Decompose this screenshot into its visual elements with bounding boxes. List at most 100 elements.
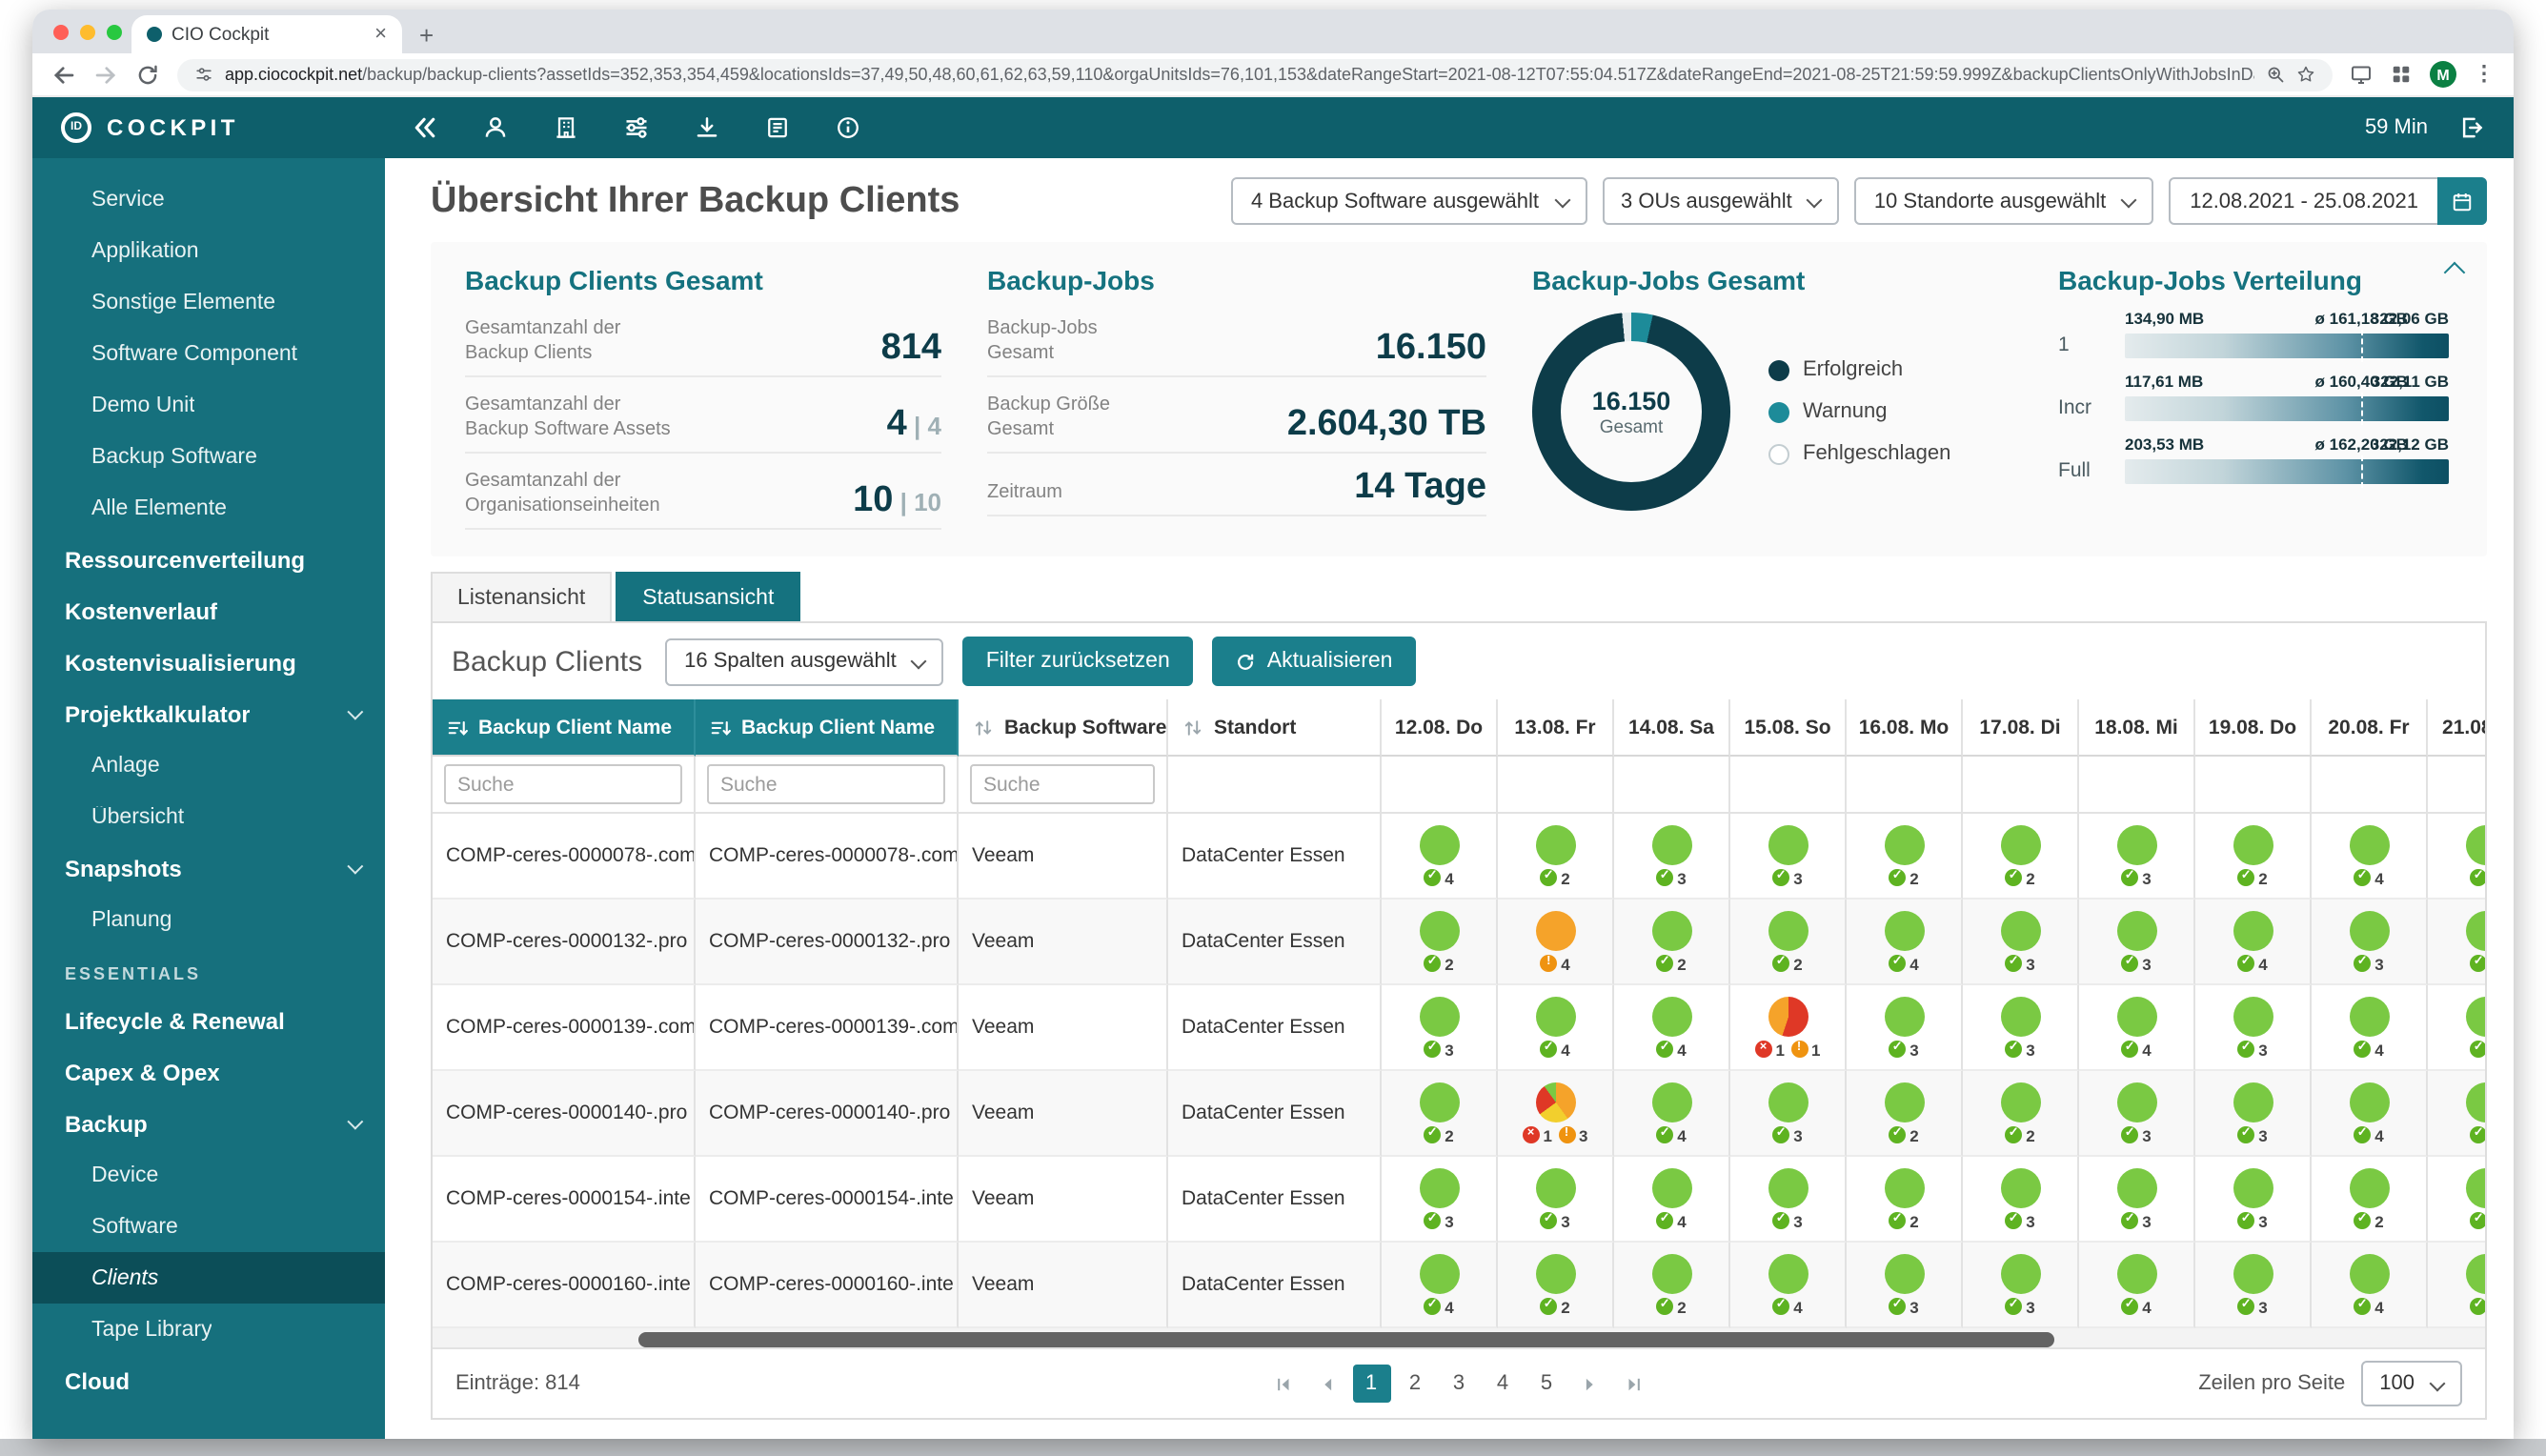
column-header-date-12-08-do[interactable]: 12.08. Do — [1382, 699, 1498, 757]
scrollbar-thumb[interactable] — [637, 1331, 2053, 1346]
backup-status-cell[interactable]: ✓4 — [2079, 985, 2195, 1071]
backup-status-cell[interactable]: ✓3 — [2079, 1071, 2195, 1157]
backup-status-cell[interactable]: ✓2 — [1963, 814, 2079, 900]
cast-icon[interactable] — [2350, 63, 2373, 86]
column-header-backup-client-name-2[interactable]: Backup Client Name — [696, 699, 959, 757]
sidebar-item-demo-unit[interactable]: Demo Unit — [32, 379, 385, 431]
backup-status-cell[interactable]: ✓2 — [2312, 1157, 2428, 1243]
zoom-icon[interactable] — [2266, 65, 2285, 84]
tab-listenansicht[interactable]: Listenansicht — [431, 572, 612, 621]
backup-status-cell[interactable]: ✓2 — [1498, 1243, 1614, 1328]
backup-status-cell[interactable]: ✓3 — [1730, 1157, 1847, 1243]
backup-status-cell[interactable]: ×1!3 — [1498, 1071, 1614, 1157]
calendar-button[interactable] — [2437, 177, 2487, 225]
minimize-window-button[interactable] — [80, 25, 95, 40]
profile-avatar[interactable]: M — [2430, 61, 2456, 88]
backup-status-cell[interactable]: ✓4 — [2428, 1243, 2485, 1328]
address-bar[interactable]: app.ciocockpit.net/backup/backup-clients… — [177, 58, 2333, 91]
close-window-button[interactable] — [53, 25, 69, 40]
backup-status-cell[interactable]: ✓3 — [1847, 985, 1963, 1071]
backup-status-cell[interactable]: ✓3 — [1730, 1071, 1847, 1157]
building-icon[interactable] — [553, 114, 579, 141]
backup-status-cell[interactable]: ✓3 — [1963, 1243, 2079, 1328]
backup-status-cell[interactable]: ✓2 — [1847, 1071, 1963, 1157]
ou-filter-select[interactable]: 3 OUs ausgewählt — [1602, 177, 1840, 225]
tab-statusansicht[interactable]: Statusansicht — [616, 572, 800, 621]
backup-status-cell[interactable]: ✓3 — [2195, 1071, 2312, 1157]
backup-status-cell[interactable]: ✓3 — [2079, 1157, 2195, 1243]
sidebar-item-anlage[interactable]: Anlage — [32, 739, 385, 791]
backup-status-cell[interactable]: ✓3 — [2195, 1157, 2312, 1243]
site-settings-icon[interactable] — [194, 65, 213, 84]
backup-status-cell[interactable]: ✓3 — [2079, 900, 2195, 985]
forward-icon[interactable] — [93, 62, 118, 87]
sidebar-item-capex-opex[interactable]: Capex & Opex — [32, 1046, 385, 1098]
column-header-date-19-08-do[interactable]: 19.08. Do — [2195, 699, 2312, 757]
sidebar-item-backup-software[interactable]: Backup Software — [32, 431, 385, 482]
rows-per-page-select[interactable]: 100 — [2360, 1361, 2462, 1406]
date-range-field[interactable]: 12.08.2021 - 25.08.2021 — [2169, 177, 2487, 225]
standort-filter-select[interactable]: 10 Standorte ausgewählt — [1855, 177, 2153, 225]
backup-status-cell[interactable]: ✓2 — [1382, 1071, 1498, 1157]
backup-status-cell[interactable]: ✓2 — [1847, 814, 1963, 900]
backup-status-cell[interactable]: ✓3 — [2195, 1243, 2312, 1328]
backup-status-cell[interactable]: ✓4 — [2312, 1243, 2428, 1328]
backup-status-cell[interactable]: ✓3 — [1963, 985, 2079, 1071]
sidebar-item-sonstige-elemente[interactable]: Sonstige Elemente — [32, 276, 385, 328]
column-header-date-15-08-so[interactable]: 15.08. So — [1730, 699, 1847, 757]
column-header-date-14-08-sa[interactable]: 14.08. Sa — [1614, 699, 1730, 757]
reset-filters-button[interactable]: Filter zurücksetzen — [963, 637, 1193, 686]
backup-status-cell[interactable]: ✓3 — [1963, 1157, 2079, 1243]
collapse-sidebar-icon[interactable] — [412, 114, 438, 141]
backup-status-cell[interactable]: ✓2 — [2195, 814, 2312, 900]
browser-menu-icon[interactable]: ⋮ — [2474, 64, 2495, 85]
backup-status-cell[interactable]: ✓3 — [1382, 1157, 1498, 1243]
columns-select[interactable]: 16 Spalten ausgewählt — [665, 637, 944, 685]
backup-status-cell[interactable]: ×1!1 — [1730, 985, 1847, 1071]
note-icon[interactable] — [764, 114, 791, 141]
sidebar-item-applikation[interactable]: Applikation — [32, 225, 385, 276]
sidebar-item-kostenverlauf[interactable]: Kostenverlauf — [32, 585, 385, 637]
sidebar-item-software[interactable]: Software — [32, 1201, 385, 1252]
download-icon[interactable] — [694, 114, 720, 141]
backup-status-cell[interactable]: ✓2 — [1847, 1157, 1963, 1243]
search-input[interactable] — [444, 764, 682, 804]
backup-status-cell[interactable]: !4 — [1498, 900, 1614, 985]
backup-status-cell[interactable]: ✓2 — [1498, 814, 1614, 900]
page-prev-button[interactable] — [1308, 1365, 1346, 1403]
backup-status-cell[interactable]: ✓4 — [1614, 1071, 1730, 1157]
backup-status-cell[interactable]: ✓4 — [2079, 1243, 2195, 1328]
backup-status-cell[interactable]: ✓4 — [1730, 1243, 1847, 1328]
backup-status-cell[interactable]: ✓3 — [2312, 900, 2428, 985]
page-button-5[interactable]: 5 — [1527, 1365, 1566, 1403]
backup-status-cell[interactable]: ✓4 — [1614, 1157, 1730, 1243]
page-button-2[interactable]: 2 — [1396, 1365, 1434, 1403]
backup-status-cell[interactable]: ✓3 — [1382, 985, 1498, 1071]
backup-status-cell[interactable]: ✓2 — [2428, 985, 2485, 1071]
sidebar-item-service[interactable]: Service — [32, 173, 385, 225]
backup-status-cell[interactable]: ✓2 — [1382, 900, 1498, 985]
page-button-3[interactable]: 3 — [1440, 1365, 1478, 1403]
sidebar-item-software-component[interactable]: Software Component — [32, 328, 385, 379]
backup-status-cell[interactable]: ✓3 — [1498, 1157, 1614, 1243]
backup-status-cell[interactable]: ✓3 — [1963, 900, 2079, 985]
sidebar-item-lifecycle-renewal[interactable]: Lifecycle & Renewal — [32, 995, 385, 1046]
sidebar-item-ressourcenverteilung[interactable]: Ressourcenverteilung — [32, 534, 385, 585]
sidebar-item-kostenvisualisierung[interactable]: Kostenvisualisierung — [32, 637, 385, 688]
column-header-date-17-08-di[interactable]: 17.08. Di — [1963, 699, 2079, 757]
page-last-button[interactable] — [1615, 1365, 1653, 1403]
backup-status-cell[interactable]: ✓2 — [1614, 1243, 1730, 1328]
backup-status-cell[interactable]: ✓3 — [2195, 985, 2312, 1071]
user-icon[interactable] — [482, 114, 509, 141]
backup-status-cell[interactable]: ✓4 — [1498, 985, 1614, 1071]
sidebar-item-clients[interactable]: Clients — [32, 1252, 385, 1304]
column-header-standort[interactable]: Standort — [1168, 699, 1382, 757]
sliders-icon[interactable] — [623, 114, 650, 141]
backup-status-cell[interactable]: ✓4 — [1382, 814, 1498, 900]
page-button-4[interactable]: 4 — [1484, 1365, 1522, 1403]
sidebar-item-übersicht[interactable]: Übersicht — [32, 791, 385, 842]
zoom-window-button[interactable] — [107, 25, 122, 40]
new-tab-button[interactable]: + — [419, 23, 434, 48]
column-header-date-21-08-sa[interactable]: 21.08. Sa — [2428, 699, 2485, 757]
backup-status-cell[interactable]: ✓3 — [2079, 814, 2195, 900]
